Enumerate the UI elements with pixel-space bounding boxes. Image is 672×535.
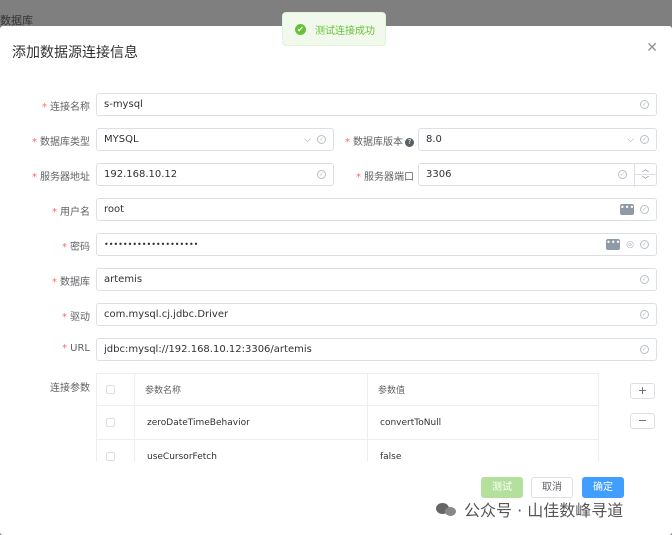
- password-label: * 密码: [62, 242, 90, 253]
- close-icon[interactable]: ✕: [646, 40, 658, 56]
- server-addr-input[interactable]: 192.168.10.12 ✓: [96, 163, 334, 186]
- chevron-down-icon[interactable]: ﹀: [635, 175, 656, 186]
- table-row: zeroDateTimeBehavior convertToNull: [96, 405, 599, 440]
- params-table: 参数名称 参数值 zeroDateTimeBehavior convertToN…: [96, 373, 599, 462]
- server-port-stepper[interactable]: 3306 ✓: [418, 163, 657, 186]
- username-label: * 用户名: [52, 207, 90, 218]
- username-input[interactable]: root ••• ✓: [96, 198, 657, 221]
- param-name-cell[interactable]: zeroDateTimeBehavior: [134, 405, 368, 440]
- url-input[interactable]: jdbc:mysql://192.168.10.12:3306/artemis …: [96, 338, 657, 361]
- success-toast: ✔ 测试连接成功: [282, 12, 386, 46]
- help-icon[interactable]: ?: [405, 137, 414, 147]
- toast-text: 测试连接成功: [315, 25, 375, 37]
- remove-param-button[interactable]: −: [630, 413, 655, 429]
- dialog-title: 添加数据源连接信息: [12, 45, 138, 61]
- server-addr-label: * 服务器地址: [32, 172, 90, 183]
- driver-label: * 驱动: [62, 312, 90, 323]
- server-port-value: 3306: [426, 169, 452, 180]
- check-circle-icon: ✓: [640, 275, 649, 284]
- params-table-wrapper: 参数名称 参数值 zeroDateTimeBehavior convertToN…: [96, 373, 600, 462]
- check-circle-icon: ✓: [640, 345, 649, 354]
- url-value: jdbc:mysql://192.168.10.12:3306/artemis: [104, 344, 312, 355]
- server-addr-value: 192.168.10.12: [104, 169, 178, 180]
- check-circle-icon: ✓: [640, 100, 649, 109]
- db-version-value: 8.0: [426, 134, 442, 145]
- row-select-cell: [96, 405, 135, 440]
- username-value: root: [104, 204, 125, 215]
- database-input[interactable]: artemis ✓: [96, 268, 657, 291]
- table-header-row: 参数名称 参数值: [96, 373, 599, 406]
- driver-input[interactable]: com.mysql.cj.jdbc.Driver ✓: [96, 303, 657, 326]
- check-circle-icon: ✔: [295, 23, 306, 35]
- driver-value: com.mysql.cj.jdbc.Driver: [104, 309, 229, 320]
- column-header: 参数名称: [134, 373, 368, 406]
- chevron-up-icon[interactable]: ︿: [635, 164, 656, 175]
- check-circle-icon: ✓: [317, 135, 326, 144]
- param-name-cell[interactable]: useCursorFetch: [134, 439, 368, 462]
- db-type-label: * 数据库类型: [32, 137, 90, 148]
- db-type-value: MYSQL: [104, 134, 139, 145]
- chevron-down-icon: ⌵: [304, 134, 311, 145]
- url-label: * URL: [62, 343, 90, 354]
- server-port-label: * 服务器端口: [356, 172, 414, 183]
- select-all-cell: [96, 373, 135, 406]
- database-label: * 数据库: [52, 277, 90, 288]
- check-circle-icon: ✓: [317, 170, 326, 179]
- database-value: artemis: [104, 274, 143, 285]
- param-value-cell[interactable]: false: [367, 439, 599, 462]
- check-circle-icon: ✓: [618, 170, 627, 179]
- check-circle-icon: ✓: [640, 310, 649, 319]
- watermark: 公众号 · 山佳数峰寻道: [436, 497, 623, 521]
- watermark-text: 公众号 · 山佳数峰寻道: [464, 501, 624, 520]
- conn-name-label: * 连接名称: [42, 102, 90, 113]
- conn-name-input[interactable]: s-mysql ✓: [96, 93, 657, 116]
- params-label: 连接参数: [50, 383, 90, 394]
- row-checkbox[interactable]: [106, 452, 115, 461]
- check-circle-icon: ✓: [640, 205, 649, 214]
- column-header: 参数值: [367, 373, 599, 406]
- autofill-icon[interactable]: •••: [606, 239, 620, 250]
- password-value: ••••••••••••••••••••: [104, 240, 199, 249]
- cancel-button[interactable]: 取消: [531, 477, 573, 498]
- port-stepper-controls: ︿ ﹀: [634, 164, 656, 187]
- eye-icon[interactable]: ◎: [626, 240, 634, 250]
- table-row: useCursorFetch false: [96, 439, 599, 462]
- row-select-cell: [96, 439, 135, 462]
- autofill-icon[interactable]: •••: [620, 204, 634, 215]
- row-checkbox[interactable]: [106, 418, 115, 427]
- wechat-logo-icon: [436, 501, 458, 517]
- password-input[interactable]: •••••••••••••••••••• ••• ◎ ✓: [96, 233, 657, 256]
- param-value-cell[interactable]: convertToNull: [367, 405, 599, 440]
- db-version-select[interactable]: 8.0 ⌵ ✓: [418, 128, 657, 151]
- test-button[interactable]: 测试: [481, 477, 523, 498]
- add-param-button[interactable]: +: [630, 383, 655, 399]
- db-version-label: * 数据库版本?: [336, 133, 414, 148]
- select-all-checkbox[interactable]: [106, 385, 115, 394]
- chevron-down-icon: ⌵: [627, 134, 634, 145]
- check-circle-icon: ✓: [640, 240, 649, 249]
- db-type-select[interactable]: MYSQL ⌵ ✓: [96, 128, 334, 151]
- check-circle-icon: ✓: [640, 135, 649, 144]
- confirm-button[interactable]: 确定: [582, 477, 624, 498]
- conn-name-value: s-mysql: [104, 99, 143, 110]
